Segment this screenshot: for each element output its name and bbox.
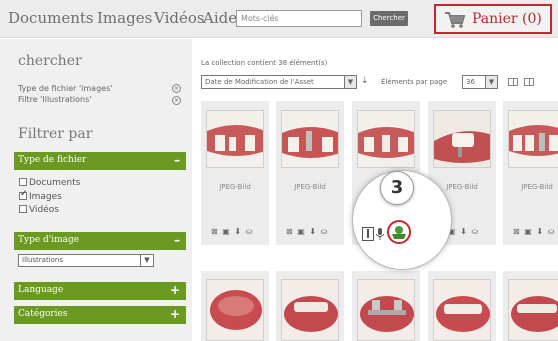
section-label: Catégories (18, 309, 68, 319)
asset-card[interactable] (276, 271, 344, 341)
nav-documents[interactable]: Documents (8, 9, 94, 27)
card-actions[interactable]: ⊠ ▣ ⬇ ⛀ (513, 227, 555, 236)
section-type-de-fichier[interactable]: Type de fichier – (14, 152, 186, 170)
download-icon[interactable] (376, 228, 384, 240)
thumbnail-image[interactable] (433, 279, 491, 341)
checkbox-label: Vidéos (29, 205, 59, 215)
cart-icon (445, 12, 466, 28)
thumbnail-image[interactable] (433, 110, 491, 168)
card-actions[interactable]: ⊠ ▣ ⬇ ⛀ (211, 227, 253, 236)
checkbox[interactable] (19, 178, 27, 186)
collapse-icon[interactable]: – (174, 153, 180, 167)
card-actions[interactable]: ▣ ⬇ ⛀ (448, 227, 479, 236)
thumbnail-image[interactable] (281, 110, 339, 168)
search-button[interactable]: Chercher (370, 11, 408, 26)
chevron-down-icon: ▼ (140, 255, 153, 266)
section-language[interactable]: Language + (14, 282, 186, 300)
filter-heading: Filtrer par (18, 126, 93, 142)
active-filter-illustrations: Filtre 'Illustrations' (18, 95, 92, 104)
asset-card[interactable] (503, 271, 558, 341)
section-label: Language (18, 285, 64, 295)
image-type-select[interactable]: Illustrations ▼ (18, 254, 154, 267)
file-type-label: JPEG-Bild (219, 183, 251, 191)
chevron-down-icon: ▼ (344, 76, 356, 88)
asset-card[interactable] (201, 271, 269, 341)
per-page-label: Éléments par page (381, 78, 448, 86)
cart-button[interactable]: Panier (0) (434, 4, 552, 34)
top-nav: Documents Images Vidéos Aide Mots-clés C… (0, 0, 558, 38)
expand-icon[interactable]: + (170, 283, 180, 297)
per-page-value: 36 (466, 78, 475, 86)
search-input[interactable]: Mots-clés (236, 10, 362, 27)
sidebar-title: chercher (18, 53, 82, 69)
sort-select[interactable]: Date de Modification de l'Asset ▼ (201, 75, 357, 89)
basket-icon[interactable] (389, 222, 409, 242)
card-actions[interactable]: ⊠ ▣ ⬇ ⛀ (286, 227, 328, 236)
checkbox-videos[interactable]: Vidéos (19, 205, 59, 215)
checkbox-documents[interactable]: Documents (19, 178, 80, 188)
thumbnail-image[interactable] (206, 279, 264, 341)
thumbnail-image[interactable] (357, 110, 415, 168)
per-page-select[interactable]: 36 ▼ (462, 75, 498, 89)
expand-icon[interactable]: + (170, 307, 180, 321)
frame-icon[interactable] (362, 227, 374, 241)
checkbox-label: Documents (29, 178, 81, 188)
file-type-label: JPEG-Bild (294, 183, 326, 191)
checkbox-label: Images (29, 192, 62, 202)
cart-label: Panier (0) (472, 11, 542, 27)
sort-direction-icon[interactable]: ⇣ (361, 76, 369, 86)
chevron-down-icon: ▼ (485, 76, 497, 88)
highlight-ring (387, 220, 411, 244)
asset-card[interactable] (428, 271, 496, 341)
thumbnail-image[interactable] (508, 110, 558, 168)
image-type-value: Illustrations (22, 256, 64, 264)
asset-card[interactable]: JPEG-Bild ⊠ ▣ ⬇ ⛀ (276, 101, 344, 245)
file-type-label: JPEG-Bild (521, 183, 553, 191)
checkbox-checked[interactable] (19, 189, 28, 200)
asset-card[interactable]: JPEG-Bild ⊠ ▣ ⬇ ⛀ (503, 101, 558, 245)
grid-view-icon[interactable] (508, 78, 518, 86)
remove-filter-icon[interactable]: × (172, 84, 181, 93)
list-view-icon[interactable] (524, 78, 534, 86)
active-filter-type: Type de fichier 'images' (18, 84, 113, 93)
thumbnail-image[interactable] (357, 279, 415, 341)
section-type-d-image[interactable]: Type d'image – (14, 232, 186, 250)
step-number-badge: 3 (380, 171, 414, 205)
nav-videos[interactable]: Vidéos (154, 9, 205, 27)
section-label: Type de fichier (18, 155, 87, 165)
thumbnail-image[interactable] (206, 110, 264, 168)
asset-card[interactable] (352, 271, 420, 341)
thumbnail-image[interactable] (508, 279, 558, 341)
checkbox[interactable] (19, 205, 27, 213)
section-categories[interactable]: Catégories + (14, 306, 186, 324)
nav-aide[interactable]: Aide (203, 9, 237, 27)
thumbnail-image[interactable] (281, 279, 339, 341)
checkbox-images[interactable]: Images (19, 189, 62, 202)
sort-value: Date de Modification de l'Asset (205, 78, 314, 86)
nav-images[interactable]: Images (97, 9, 152, 27)
asset-card[interactable]: JPEG-Bild ⊠ ▣ ⬇ ⛀ (201, 101, 269, 245)
collapse-icon[interactable]: – (174, 233, 180, 247)
collection-count: La collection contient 38 élément(s) (201, 59, 328, 67)
remove-filter-icon[interactable]: × (172, 96, 181, 105)
section-label: Type d'image (18, 235, 80, 245)
